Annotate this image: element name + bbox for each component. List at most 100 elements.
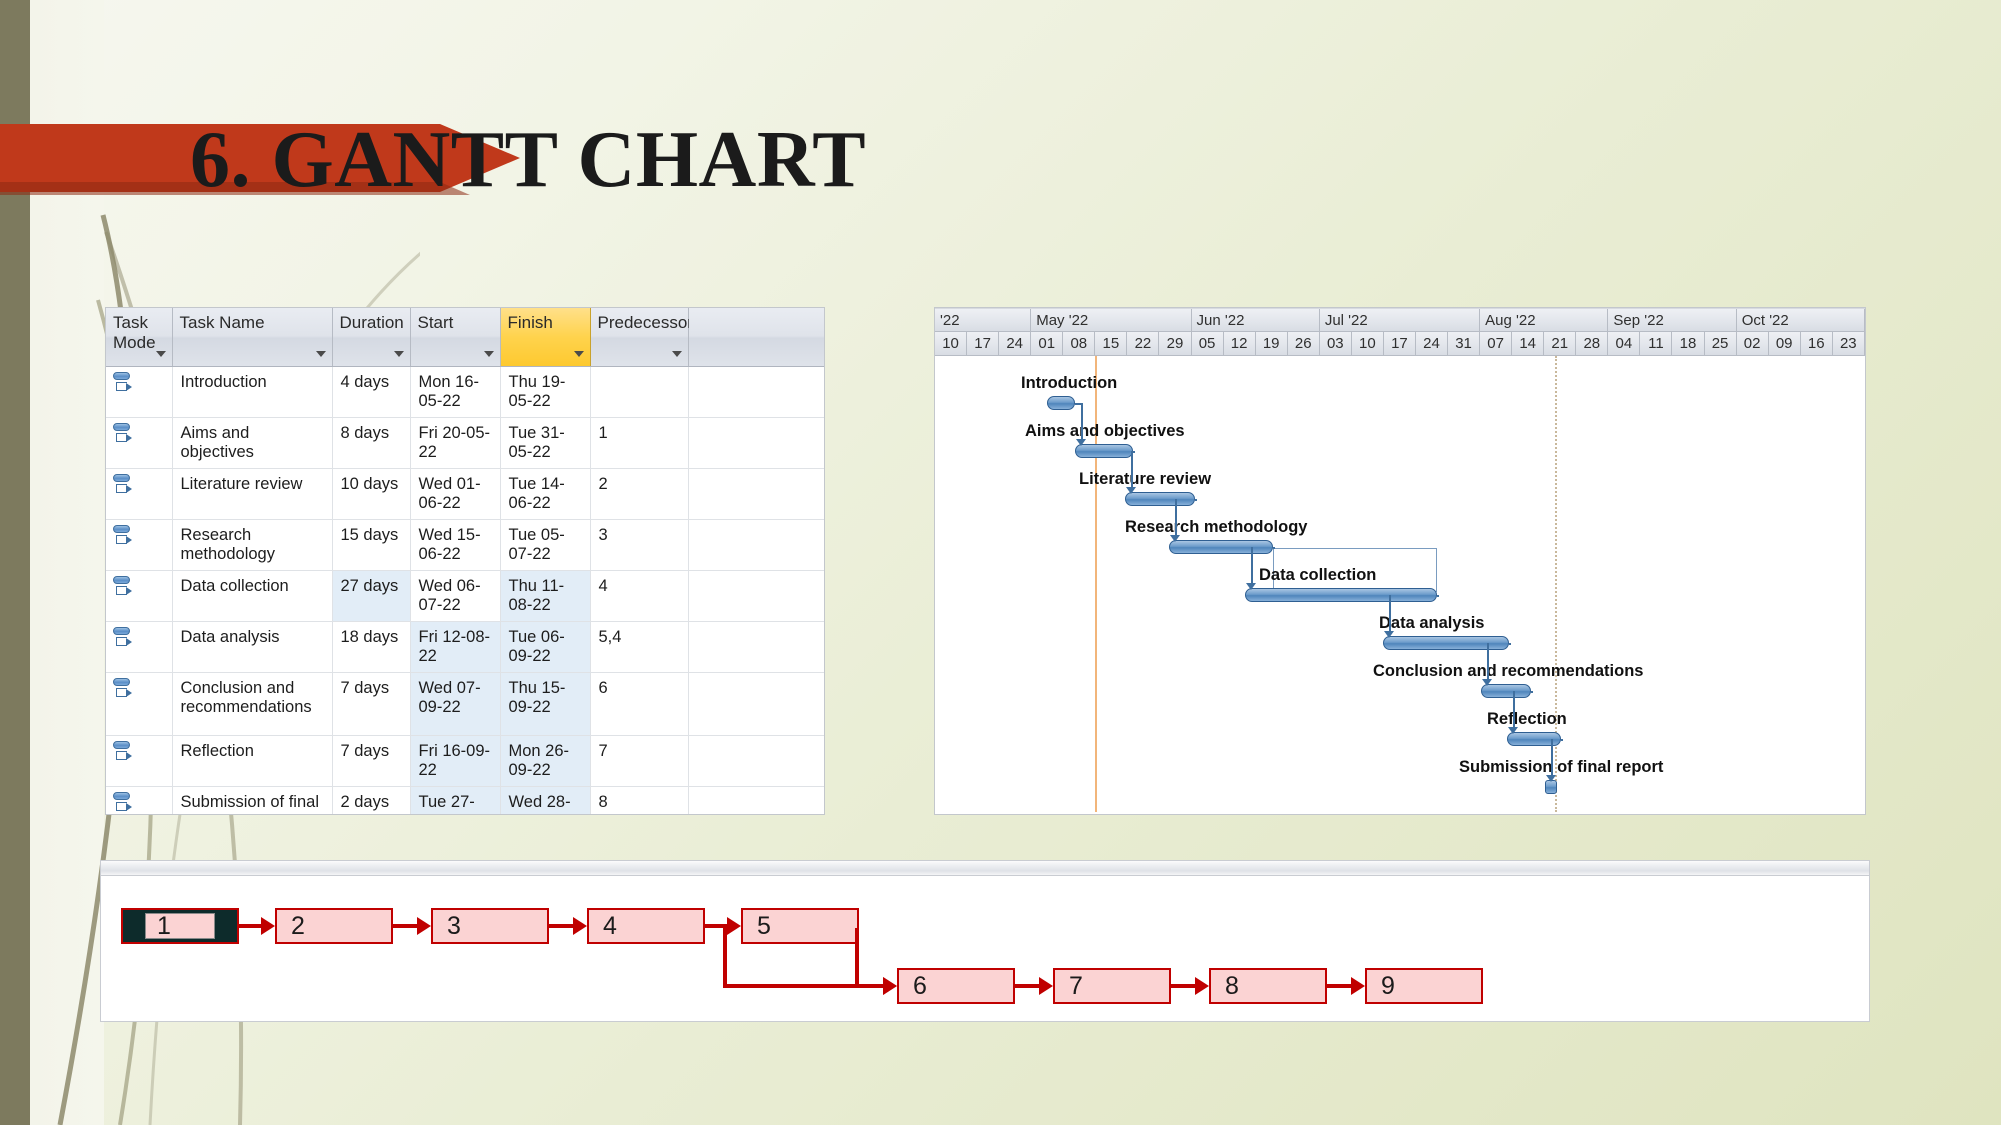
table-row[interactable]: Data collection 27 days Wed 06-07-22 Thu 11… <box>106 570 824 622</box>
gantt-bar[interactable] <box>1047 396 1075 410</box>
column-header-pred[interactable]: Predecessors <box>590 308 701 367</box>
chevron-down-icon[interactable] <box>573 351 584 357</box>
chevron-down-icon[interactable] <box>393 351 404 357</box>
cell-start[interactable]: Fri 16-09-22 <box>410 735 501 787</box>
network-node-9[interactable]: 9 <box>1365 968 1483 1004</box>
cell-extra[interactable] <box>688 735 824 787</box>
gantt-bar[interactable] <box>1507 732 1561 746</box>
cell-task-name[interactable]: Introduction <box>172 366 333 418</box>
table-row[interactable]: Research methodology 15 days Wed 15-06-22 T… <box>106 519 824 571</box>
table-row[interactable]: Reflection 7 days Fri 16-09-22 Mon 26-09-22… <box>106 735 824 787</box>
cell-task-mode[interactable] <box>106 786 173 814</box>
chevron-down-icon[interactable] <box>671 351 682 357</box>
gantt-chart-panel[interactable]: '22 May '22 Jun '22 Jul '22 Aug '22 Sep '22 Oc… <box>934 307 1866 815</box>
chevron-down-icon[interactable] <box>483 351 494 357</box>
cell-predecessors[interactable]: 4 <box>590 570 689 622</box>
network-canvas[interactable]: 1 2 3 45 6 7 8 9 <box>101 876 1869 1021</box>
cell-task-name[interactable]: Literature review <box>172 468 333 520</box>
cell-predecessors[interactable]: 5,4 <box>590 621 689 673</box>
cell-extra[interactable] <box>688 417 824 469</box>
cell-task-name[interactable]: Data collection <box>172 570 333 622</box>
cell-finish[interactable]: Tue 05-07-22 <box>500 519 591 571</box>
cell-duration[interactable]: 8 days <box>332 417 411 469</box>
network-diagram-panel[interactable]: 1 2 3 45 6 7 8 9 <box>100 860 1870 1022</box>
cell-duration[interactable]: 2 days <box>332 786 411 814</box>
table-row[interactable]: Aims and objectives 8 days Fri 20-05-22 Tue… <box>106 417 824 469</box>
cell-duration[interactable]: 15 days <box>332 519 411 571</box>
cell-extra[interactable] <box>688 570 824 622</box>
network-node-4[interactable]: 4 <box>587 908 705 944</box>
cell-task-mode[interactable] <box>106 468 173 520</box>
network-node-6[interactable]: 6 <box>897 968 1015 1004</box>
gantt-bar[interactable] <box>1481 684 1531 698</box>
cell-start[interactable]: Wed 06-07-22 <box>410 570 501 622</box>
cell-predecessors[interactable]: 6 <box>590 672 689 736</box>
cell-task-name[interactable]: Aims and objectives <box>172 417 333 469</box>
gantt-bar[interactable] <box>1545 780 1557 794</box>
cell-task-mode[interactable] <box>106 570 173 622</box>
cell-finish[interactable]: Tue 06-09-22 <box>500 621 591 673</box>
cell-task-mode[interactable] <box>106 519 173 571</box>
table-row[interactable]: Introduction 4 days Mon 16-05-22 Thu 19-05-… <box>106 366 824 418</box>
cell-start[interactable]: Tue 27-09-22 <box>410 786 501 814</box>
cell-task-name[interactable]: Data analysis <box>172 621 333 673</box>
chevron-down-icon[interactable] <box>155 351 166 357</box>
cell-extra[interactable] <box>688 468 824 520</box>
cell-finish[interactable]: Thu 11-08-22 <box>500 570 591 622</box>
column-header-dur[interactable]: Duration <box>332 308 411 367</box>
cell-duration[interactable]: 10 days <box>332 468 411 520</box>
network-node-5[interactable]: 5 <box>741 908 859 944</box>
cell-extra[interactable] <box>688 621 824 673</box>
cell-start[interactable]: Wed 07-09-22 <box>410 672 501 736</box>
cell-start[interactable]: Mon 16-05-22 <box>410 366 501 418</box>
cell-extra[interactable] <box>688 672 824 736</box>
cell-predecessors[interactable]: 3 <box>590 519 689 571</box>
network-node-2[interactable]: 2 <box>275 908 393 944</box>
cell-start[interactable]: Fri 20-05-22 <box>410 417 501 469</box>
cell-start[interactable]: Wed 15-06-22 <box>410 519 501 571</box>
cell-extra[interactable] <box>688 366 824 418</box>
chevron-down-icon[interactable] <box>315 351 326 357</box>
cell-finish[interactable]: Tue 31-05-22 <box>500 417 591 469</box>
cell-task-name[interactable]: Research methodology <box>172 519 333 571</box>
column-header-mode[interactable]: Task Mode <box>106 308 173 367</box>
column-header-name[interactable]: Task Name <box>172 308 333 367</box>
gantt-plot-area[interactable]: Introduction Aims and objectives Literatur… <box>935 356 1865 812</box>
cell-task-mode[interactable] <box>106 672 173 736</box>
column-header-extra[interactable] <box>688 308 824 367</box>
cell-extra[interactable] <box>688 519 824 571</box>
table-row[interactable]: Literature review 10 days Wed 01-06-22 Tue … <box>106 468 824 520</box>
cell-predecessors[interactable]: 2 <box>590 468 689 520</box>
cell-task-name[interactable]: Reflection <box>172 735 333 787</box>
cell-duration[interactable]: 4 days <box>332 366 411 418</box>
task-table-panel[interactable]: Task Mode Task Name Duration Start Finish Pre… <box>105 307 825 815</box>
cell-duration[interactable]: 7 days <box>332 735 411 787</box>
cell-finish[interactable]: Wed 28-09-22 <box>500 786 591 814</box>
cell-predecessors[interactable]: 7 <box>590 735 689 787</box>
cell-duration[interactable]: 27 days <box>332 570 411 622</box>
table-row[interactable]: Conclusion and recommendations 7 days Wed … <box>106 672 824 736</box>
gantt-bar[interactable] <box>1075 444 1133 458</box>
gantt-bar[interactable] <box>1125 492 1195 506</box>
cell-extra[interactable] <box>688 786 824 814</box>
gantt-bar[interactable] <box>1245 588 1437 602</box>
network-node-7[interactable]: 7 <box>1053 968 1171 1004</box>
network-node-8[interactable]: 8 <box>1209 968 1327 1004</box>
cell-task-mode[interactable] <box>106 621 173 673</box>
cell-task-mode[interactable] <box>106 735 173 787</box>
cell-duration[interactable]: 18 days <box>332 621 411 673</box>
cell-start[interactable]: Fri 12-08-22 <box>410 621 501 673</box>
table-row[interactable]: Data analysis 18 days Fri 12-08-22 Tue 06-0… <box>106 621 824 673</box>
cell-task-mode[interactable] <box>106 417 173 469</box>
cell-finish[interactable]: Mon 26-09-22 <box>500 735 591 787</box>
column-header-start[interactable]: Start <box>410 308 501 367</box>
network-node-3[interactable]: 3 <box>431 908 549 944</box>
gantt-bar[interactable] <box>1383 636 1509 650</box>
cell-predecessors[interactable]: 1 <box>590 417 689 469</box>
cell-finish[interactable]: Thu 19-05-22 <box>500 366 591 418</box>
column-header-fin[interactable]: Finish <box>500 308 591 367</box>
cell-task-mode[interactable] <box>106 366 173 418</box>
cell-start[interactable]: Wed 01-06-22 <box>410 468 501 520</box>
cell-task-name[interactable]: Submission of final report <box>172 786 333 814</box>
gantt-bar[interactable] <box>1169 540 1273 554</box>
